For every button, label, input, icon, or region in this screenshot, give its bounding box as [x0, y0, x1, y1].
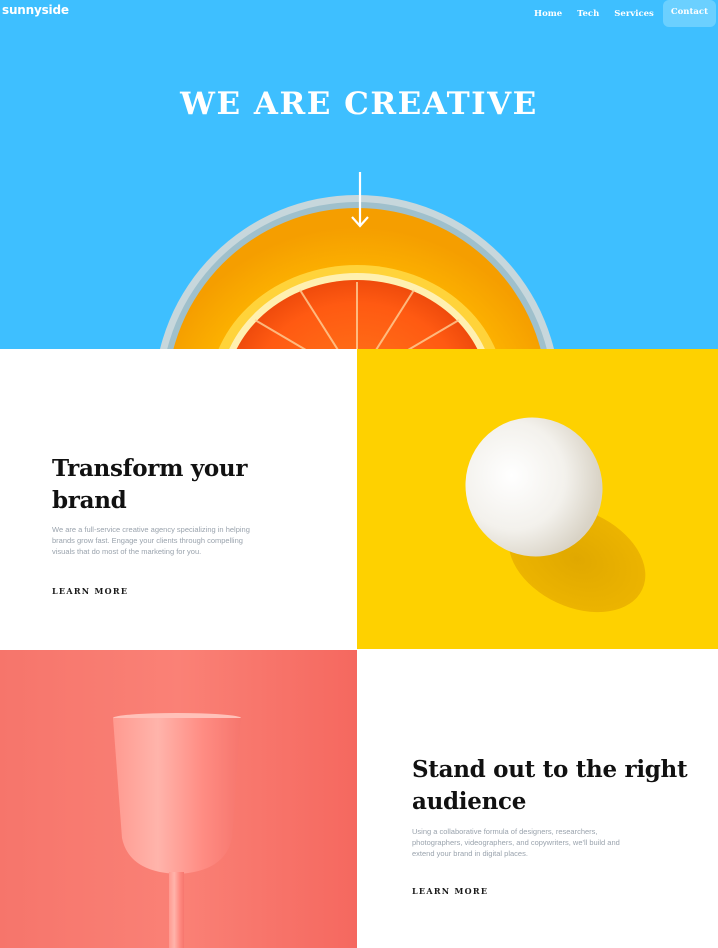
contact-button[interactable]: Contact — [662, 0, 716, 27]
learn-more-link[interactable]: LEARN MORE — [51, 586, 130, 597]
nav-services[interactable]: Services — [614, 9, 654, 19]
section-heading: Transform your brand — [52, 455, 248, 514]
learn-more-label: LEARN MORE — [412, 886, 489, 896]
transform-brand-section: Transform your brand We are a full-servi… — [0, 349, 357, 650]
nav-home[interactable]: Home — [534, 9, 562, 19]
logo[interactable]: sunnyside — [2, 3, 69, 17]
main-nav: Home Tech Services Contact — [519, 0, 718, 27]
stand-out-section: Stand out to the right audience Using a … — [357, 650, 718, 948]
glass-image — [0, 650, 357, 948]
learn-more-link[interactable]: LEARN MORE — [411, 886, 490, 897]
learn-more-label: LEARN MORE — [52, 586, 129, 596]
arrow-down-icon[interactable] — [350, 170, 370, 230]
egg-image — [357, 349, 718, 649]
section-heading: Stand out to the right audience — [412, 756, 688, 815]
hero-section: sunnyside Home Tech Services Contact WE … — [0, 0, 718, 349]
section-body: We are a full-service creative agency sp… — [52, 525, 250, 556]
nav-tech[interactable]: Tech — [577, 9, 599, 19]
section-body: Using a collaborative formula of designe… — [412, 827, 620, 858]
hero-title: WE ARE CREATIVE — [180, 86, 538, 122]
